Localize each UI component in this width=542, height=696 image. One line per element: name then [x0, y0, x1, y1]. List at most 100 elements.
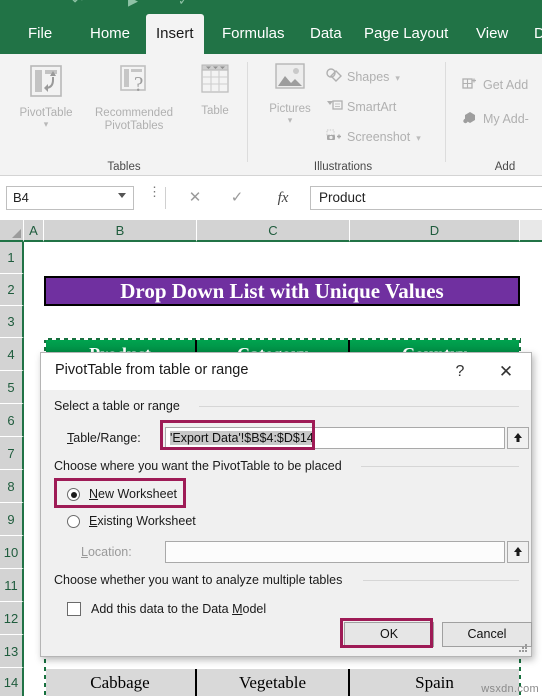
my-addins-button[interactable]: My Add- [462, 110, 529, 129]
more-options-icon[interactable]: ⋮ [148, 185, 161, 198]
redo-icon[interactable]: ▶ [128, 0, 138, 9]
get-addins-button[interactable]: Get Add [462, 76, 528, 95]
my-addins-label: My Add- [483, 111, 529, 126]
cell-b14[interactable]: Cabbage [45, 669, 197, 696]
tab-view[interactable]: View [466, 14, 518, 54]
row-header-10[interactable]: 10 [0, 536, 24, 569]
table-label: Table [201, 105, 229, 117]
column-header-e[interactable] [520, 220, 542, 242]
row-header-4[interactable]: 4 [0, 338, 24, 371]
row-header-3[interactable]: 3 [0, 306, 24, 338]
get-addins-icon [462, 76, 479, 95]
table-range-input[interactable]: 'Export Data'!$B$4:$D$14 [165, 427, 505, 449]
row-header-8[interactable]: 8 [0, 470, 24, 503]
watermark: wsxdn.com [481, 683, 539, 695]
chevron-down-icon[interactable]: ▾ [258, 116, 322, 125]
column-header-b[interactable]: B [44, 220, 197, 242]
pictures-button[interactable]: Pictures ▾ [258, 62, 322, 125]
screenshot-label: Screenshot [347, 129, 411, 144]
dialog-title: PivotTable from table or range [55, 362, 249, 378]
section-label-source: Select a table or range [54, 399, 186, 413]
tab-insert[interactable]: Insert [146, 14, 204, 54]
tab-page-layout[interactable]: Page Layout [354, 14, 458, 54]
section-label-multiple: Choose whether you want to analyze multi… [54, 573, 349, 587]
shapes-icon [326, 68, 343, 87]
tab-developer[interactable]: D [524, 14, 542, 54]
close-icon[interactable]: ✕ [489, 360, 523, 384]
excel-window: ↶ ▶ ✓ File Home Insert Formulas Data Pag… [0, 0, 542, 696]
enter-formula-icon[interactable]: ✓ [222, 186, 252, 210]
smartart-icon [326, 98, 343, 117]
ok-button[interactable]: OK [344, 622, 434, 647]
screenshot-button[interactable]: Screenshot ▾ [326, 128, 421, 147]
data-model-checkbox[interactable] [67, 602, 81, 616]
row-header-6[interactable]: 6 [0, 404, 24, 437]
radio-new-worksheet-label: New Worksheet [89, 487, 177, 501]
recommended-line1: Recommended [95, 107, 173, 119]
insert-function-icon[interactable]: fx [268, 186, 298, 210]
smartart-label: SmartArt [347, 99, 397, 114]
quick-access-toolbar: ↶ ▶ ✓ [0, 0, 542, 14]
dialog-title-bar: PivotTable from table or range ? ✕ [41, 353, 531, 390]
ribbon-group-tables: PivotTable ▾ ? Recommended PivotTables T… [0, 54, 248, 176]
tab-home[interactable]: Home [80, 14, 140, 54]
row-header-2[interactable]: 2 [0, 274, 24, 306]
get-addins-label: Get Add [483, 77, 529, 92]
chevron-down-icon[interactable]: ▾ [12, 120, 80, 129]
column-header-a[interactable]: A [24, 220, 44, 242]
shapes-button[interactable]: Shapes ▾ [326, 68, 400, 87]
group-label-tables: Tables [107, 161, 141, 173]
group-label-illustrations: Illustrations [313, 161, 373, 173]
section-rule [199, 406, 519, 407]
smartart-button[interactable]: SmartArt [326, 98, 396, 117]
row-header-13[interactable]: 13 [0, 635, 24, 668]
name-box-dropdown-icon[interactable] [118, 193, 126, 198]
row-header-12[interactable]: 12 [0, 602, 24, 635]
location-input[interactable] [165, 541, 505, 563]
camera-icon [326, 128, 343, 147]
ribbon-tab-bar: File Home Insert Formulas Data Page Layo… [0, 14, 542, 54]
range-picker-button[interactable] [507, 427, 529, 449]
row-header-5[interactable]: 5 [0, 371, 24, 404]
section-rule [361, 466, 519, 467]
recommended-line2: PivotTables [104, 120, 164, 132]
row-header-7[interactable]: 7 [0, 437, 24, 470]
resize-grip[interactable] [518, 644, 528, 654]
pivottable-dialog: PivotTable from table or range ? ✕ Selec… [40, 352, 532, 657]
autosave-icon[interactable]: ✓ [178, 0, 189, 9]
tab-data[interactable]: Data [300, 14, 352, 54]
data-model-label: Add this data to the Data Model [91, 602, 267, 616]
svg-text:?: ? [134, 72, 143, 96]
row-header-1[interactable]: 1 [0, 242, 24, 274]
help-icon[interactable]: ? [447, 360, 473, 384]
cell-c14[interactable]: Vegetable [197, 669, 350, 696]
radio-existing-worksheet[interactable] [67, 515, 80, 528]
name-box[interactable]: B4 [6, 186, 134, 210]
column-header-c[interactable]: C [197, 220, 350, 242]
table-range-value: 'Export Data'!$B$4:$D$14 [170, 431, 314, 445]
ribbon-group-addins: Get Add My Add- Add [448, 54, 542, 176]
row-header-14[interactable]: 14 [0, 668, 24, 696]
formula-input[interactable]: Product [310, 186, 542, 210]
formula-bar-area: B4 ⋮ ✕ ✓ fx Product [0, 176, 542, 220]
recommended-pivottables-button[interactable]: ? Recommended PivotTables [80, 62, 188, 133]
radio-new-worksheet[interactable] [67, 488, 80, 501]
pivottable-button[interactable]: PivotTable ▾ [12, 62, 80, 129]
column-header-d[interactable]: D [350, 220, 520, 242]
cancel-formula-icon[interactable]: ✕ [180, 186, 210, 210]
divider [165, 187, 166, 209]
row-header-9[interactable]: 9 [0, 503, 24, 536]
tab-formulas[interactable]: Formulas [212, 14, 295, 54]
group-label-addins: Add [494, 161, 516, 173]
pictures-label: Pictures [269, 103, 311, 115]
tab-file[interactable]: File [18, 14, 62, 54]
table-icon [190, 62, 240, 102]
location-picker-button[interactable] [507, 541, 529, 563]
recommended-pivottables-icon: ? [80, 62, 188, 104]
table-button[interactable]: Table [190, 62, 240, 118]
ribbon-group-illustrations: Pictures ▾ Shapes ▾ SmartArt Screenshot … [248, 54, 448, 176]
row-header-11[interactable]: 11 [0, 569, 24, 602]
undo-icon[interactable]: ↶ [72, 0, 83, 9]
select-all-corner[interactable] [0, 220, 24, 242]
pivottable-icon [12, 62, 80, 104]
